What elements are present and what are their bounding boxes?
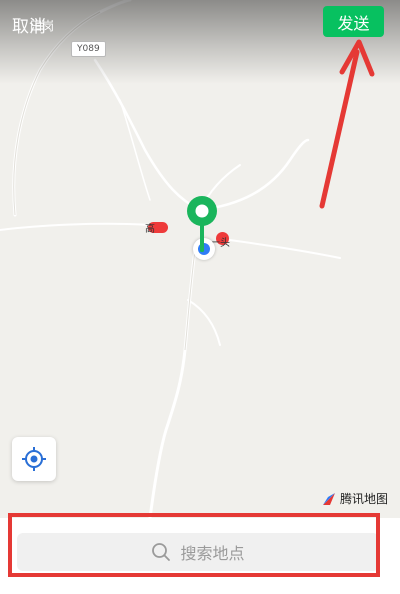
map-view[interactable]: 田岗 Y089 高 一头 腾讯地图: [0, 0, 400, 518]
map-provider-logo: 腾讯地图: [321, 490, 388, 507]
poi-label: 高: [145, 224, 155, 235]
location-picker-screen: 田岗 Y089 高 一头 腾讯地图 取消 发送 搜索地点: [0, 0, 400, 594]
search-placeholder: 搜索地点: [180, 544, 245, 563]
crosshair-icon: [22, 447, 46, 471]
cancel-button[interactable]: 取消: [12, 12, 46, 37]
search-input[interactable]: 搜索地点: [17, 533, 379, 571]
map-pin-icon[interactable]: [183, 194, 221, 254]
send-button[interactable]: 发送: [323, 6, 384, 37]
tencent-map-logo: [323, 492, 335, 505]
map-provider-label: 腾讯地图: [340, 492, 389, 506]
road-badge: Y089: [71, 41, 106, 57]
locate-me-button[interactable]: [12, 437, 56, 481]
search-icon: [152, 543, 171, 561]
